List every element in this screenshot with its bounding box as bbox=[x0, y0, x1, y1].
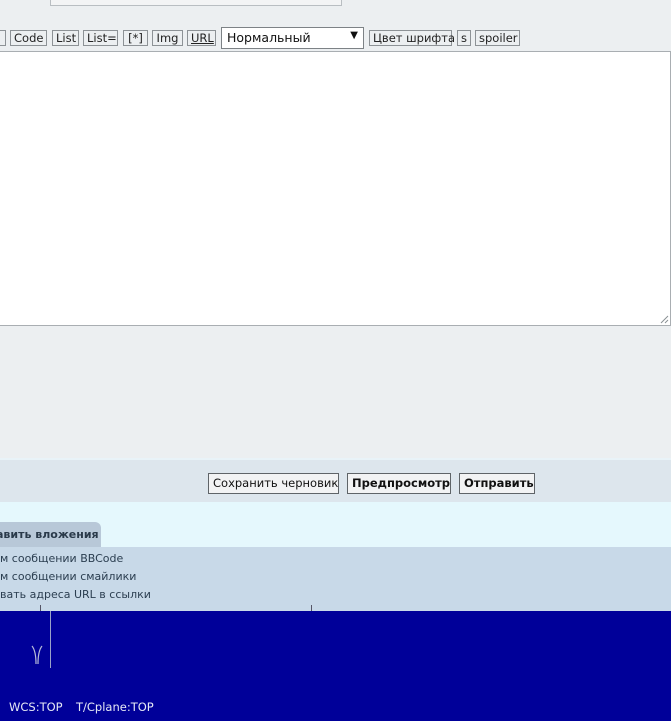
wcs-label: WCS:TOP bbox=[9, 700, 63, 714]
spoiler-button[interactable]: spoiler bbox=[475, 30, 520, 46]
options-panel: м сообщении BBCode м сообщении смайлики … bbox=[0, 547, 671, 611]
list-ordered-button[interactable]: List= bbox=[83, 30, 118, 46]
option-disable-smilies[interactable]: м сообщении смайлики bbox=[0, 570, 136, 583]
message-textarea[interactable] bbox=[0, 51, 671, 326]
font-color-button[interactable]: Цвет шрифта bbox=[369, 30, 455, 46]
option-disable-bbcode[interactable]: м сообщении BBCode bbox=[0, 552, 123, 565]
submit-button[interactable]: Отправить bbox=[459, 473, 535, 494]
resize-grip-icon[interactable] bbox=[659, 314, 669, 324]
strike-button[interactable]: s bbox=[457, 30, 471, 46]
ucs-y-axis-icon bbox=[31, 645, 43, 665]
triangle-down-icon: ▼ bbox=[350, 30, 358, 41]
font-size-select-value: Нормальный bbox=[227, 30, 311, 45]
cursor-line bbox=[50, 611, 51, 668]
url-button[interactable]: URL bbox=[187, 30, 216, 46]
list-item-button[interactable]: [*] bbox=[123, 30, 148, 46]
cad-viewport[interactable]: WCS:TOP T/Cplane:TOP bbox=[0, 611, 671, 721]
code-button[interactable]: Code bbox=[10, 30, 47, 46]
toolbar-button-partial[interactable] bbox=[0, 30, 6, 46]
save-draft-button[interactable]: Сохранить черновик bbox=[208, 473, 339, 494]
tab-attachments[interactable]: авить вложения bbox=[0, 522, 101, 548]
bbcode-toolbar: Code List List= [*] Img URL Нормальный ▼… bbox=[0, 0, 671, 52]
preview-button[interactable]: Предпросмотр bbox=[347, 473, 451, 494]
img-button[interactable]: Img bbox=[152, 30, 183, 46]
option-parse-urls[interactable]: вать адреса URL в ссылки bbox=[0, 588, 151, 601]
cplane-label: T/Cplane:TOP bbox=[76, 700, 154, 714]
submit-buttons-row: Сохранить черновик Предпросмотр Отправит… bbox=[0, 458, 671, 504]
list-button[interactable]: List bbox=[52, 30, 79, 46]
font-size-select[interactable]: Нормальный ▼ bbox=[221, 27, 364, 49]
